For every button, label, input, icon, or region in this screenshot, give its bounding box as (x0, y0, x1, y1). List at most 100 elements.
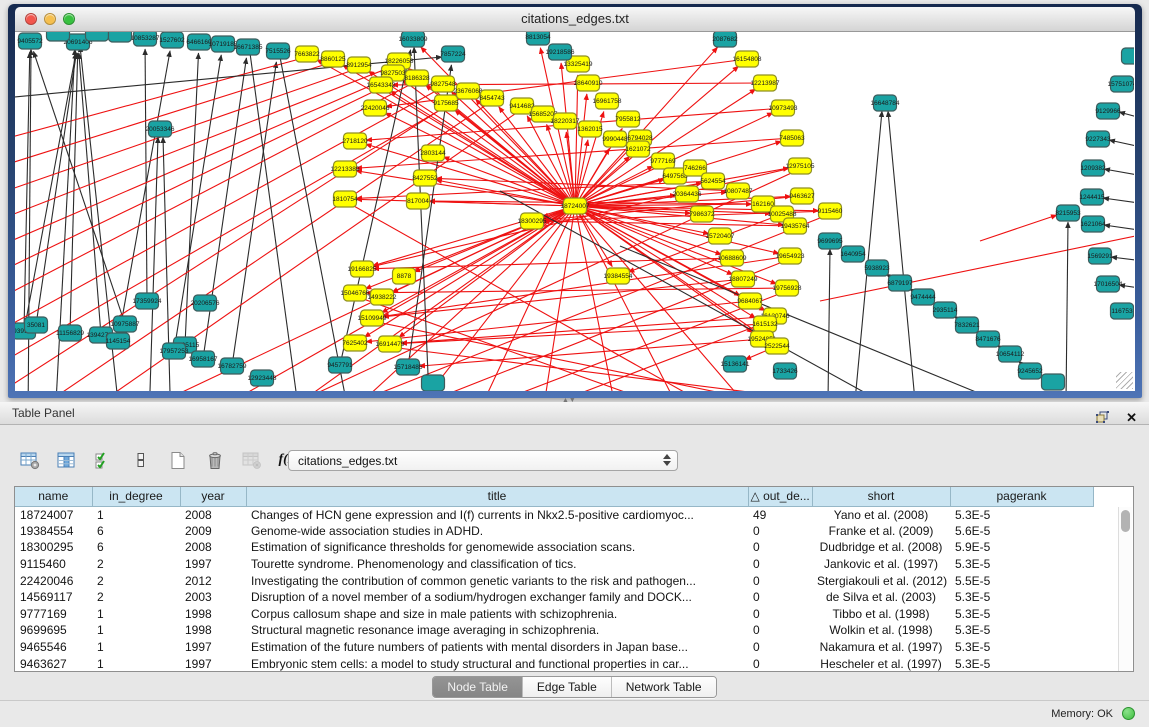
table-cell[interactable]: 5.3E-5 (950, 589, 1093, 606)
table-cell[interactable]: 49 (748, 506, 812, 523)
table-cell[interactable]: 5.3E-5 (950, 655, 1093, 672)
table-row[interactable]: 911546021997Tourette syndrome. Phenomeno… (15, 556, 1122, 573)
table-cell[interactable]: Hescheler et al. (1997) (812, 655, 950, 672)
table-cell[interactable]: 1998 (180, 606, 246, 623)
table-cell[interactable]: 5.3E-5 (950, 606, 1093, 623)
table-cell[interactable]: 9777169 (15, 606, 92, 623)
table-cell[interactable]: Jankovic et al. (1997) (812, 556, 950, 573)
table-cell[interactable]: Yano et al. (2008) (812, 506, 950, 523)
table-cell[interactable]: 2003 (180, 589, 246, 606)
table-row[interactable]: 1872400712008Changes of HCN gene express… (15, 506, 1122, 523)
table-cell[interactable]: 5.5E-5 (950, 572, 1093, 589)
table-selector-dropdown[interactable]: citations_edges.txt (288, 450, 678, 471)
column-header-pagerank[interactable]: pagerank (950, 487, 1093, 506)
table-cell[interactable]: 19384554 (15, 523, 92, 540)
table-cell[interactable]: 2008 (180, 506, 246, 523)
column-visibility-icon[interactable] (55, 448, 79, 472)
table-cell[interactable]: 1997 (180, 556, 246, 573)
tab-node-table[interactable]: Node Table (433, 677, 522, 697)
table-cell[interactable]: 1 (92, 506, 180, 523)
table-cell[interactable]: 2 (92, 589, 180, 606)
table-cell[interactable]: 5.9E-5 (950, 539, 1093, 556)
column-header-name[interactable]: name (15, 487, 92, 506)
table-cell[interactable]: 0 (748, 556, 812, 573)
table-cell[interactable]: 1 (92, 622, 180, 639)
table-cell[interactable]: 5.3E-5 (950, 556, 1093, 573)
table-options-icon[interactable] (18, 448, 42, 472)
table-cell[interactable]: 5.3E-5 (950, 622, 1093, 639)
table-cell[interactable]: Franke et al. (2009) (812, 523, 950, 540)
table-cell[interactable]: 9465546 (15, 639, 92, 656)
table-cell[interactable]: Dudbridge et al. (2008) (812, 539, 950, 556)
table-cell[interactable]: Changes of HCN gene expression and I(f) … (246, 506, 748, 523)
selection-mode-icon[interactable] (92, 448, 116, 472)
table-cell[interactable]: 0 (748, 539, 812, 556)
table-cell[interactable]: 0 (748, 572, 812, 589)
table-cell[interactable]: 0 (748, 589, 812, 606)
table-row[interactable]: 969969511998Structural magnetic resonanc… (15, 622, 1122, 639)
table-cell[interactable]: 2012 (180, 572, 246, 589)
table-cell[interactable]: Disruption of a novel member of a sodium… (246, 589, 748, 606)
row-cell-icon[interactable] (129, 448, 153, 472)
table-cell[interactable]: 5.3E-5 (950, 639, 1093, 656)
table-cell[interactable]: 2009 (180, 523, 246, 540)
table-cell[interactable]: Structural magnetic resonance image aver… (246, 622, 748, 639)
table-cell[interactable]: 1 (92, 639, 180, 656)
table-cell[interactable]: 0 (748, 639, 812, 656)
table-cell[interactable]: Embryonic stem cells: a model to study s… (246, 655, 748, 672)
network-view[interactable]: 1872400776638228860125891295418226058982… (15, 32, 1135, 391)
table-cell[interactable]: 0 (748, 655, 812, 672)
table-cell[interactable]: 9115460 (15, 556, 92, 573)
table-cell[interactable]: 1997 (180, 639, 246, 656)
table-scrollbar[interactable] (1118, 507, 1132, 671)
window-resize-grip-icon[interactable] (1116, 372, 1133, 389)
table-cell[interactable]: 9463627 (15, 655, 92, 672)
table-cell[interactable]: 9699695 (15, 622, 92, 639)
table-scrollbar-thumb[interactable] (1121, 510, 1130, 532)
tab-edge-table[interactable]: Edge Table (522, 677, 611, 697)
table-cell[interactable]: Nakamura et al. (1997) (812, 639, 950, 656)
table-cell[interactable]: 18300295 (15, 539, 92, 556)
table-cell[interactable]: 5.6E-5 (950, 523, 1093, 540)
table-cell[interactable]: 14569117 (15, 589, 92, 606)
new-column-icon[interactable] (166, 448, 190, 472)
table-row[interactable]: 946554611997Estimation of the future num… (15, 639, 1122, 656)
table-cell[interactable]: 5.3E-5 (950, 506, 1093, 523)
tab-network-table[interactable]: Network Table (611, 677, 716, 697)
table-row[interactable]: 1456911722003Disruption of a novel membe… (15, 589, 1122, 606)
table-cell[interactable]: 1 (92, 655, 180, 672)
table-row[interactable]: 977716911998Corpus callosum shape and si… (15, 606, 1122, 623)
table-cell[interactable]: 22420046 (15, 572, 92, 589)
table-cell[interactable]: Wolkin et al. (1998) (812, 622, 950, 639)
table-cell[interactable]: 6 (92, 523, 180, 540)
network-window-titlebar[interactable]: citations_edges.txt (15, 7, 1135, 32)
table-row[interactable]: 946362711997Embryonic stem cells: a mode… (15, 655, 1122, 672)
table-cell[interactable]: Genome-wide association studies in ADHD. (246, 523, 748, 540)
table-cell[interactable]: 1997 (180, 655, 246, 672)
table-cell[interactable]: 18724007 (15, 506, 92, 523)
column-header-in_degree[interactable]: in_degree (92, 487, 180, 506)
table-cell[interactable]: Tibbo et al. (1998) (812, 606, 950, 623)
table-cell[interactable]: 1 (92, 606, 180, 623)
close-panel-icon[interactable]: ✕ (1126, 410, 1137, 425)
column-header-year[interactable]: year (180, 487, 246, 506)
table-cell[interactable]: Tourette syndrome. Phenomenology and cla… (246, 556, 748, 573)
table-cell[interactable]: Investigating the contribution of common… (246, 572, 748, 589)
table-cell[interactable]: Corpus callosum shape and size in male p… (246, 606, 748, 623)
table-cell[interactable]: 2008 (180, 539, 246, 556)
network-graph-svg[interactable]: 1872400776638228860125891295418226058982… (15, 32, 1134, 391)
table-cell[interactable]: de Silva et al. (2003) (812, 589, 950, 606)
table-cell[interactable]: 0 (748, 523, 812, 540)
delete-column-icon[interactable] (203, 448, 227, 472)
table-cell[interactable]: 2 (92, 556, 180, 573)
table-cell[interactable]: 0 (748, 622, 812, 639)
table-cell[interactable]: Estimation of significance thresholds fo… (246, 539, 748, 556)
column-header-title[interactable]: title (246, 487, 748, 506)
column-header-out_de[interactable]: △ out_de... (748, 487, 812, 506)
table-cell[interactable]: Estimation of the future numbers of pati… (246, 639, 748, 656)
table-cell[interactable]: 6 (92, 539, 180, 556)
table-row[interactable]: 1830029562008Estimation of significance … (15, 539, 1122, 556)
column-header-short[interactable]: short (812, 487, 950, 506)
table-cell[interactable]: 1998 (180, 622, 246, 639)
table-cell[interactable]: 0 (748, 606, 812, 623)
